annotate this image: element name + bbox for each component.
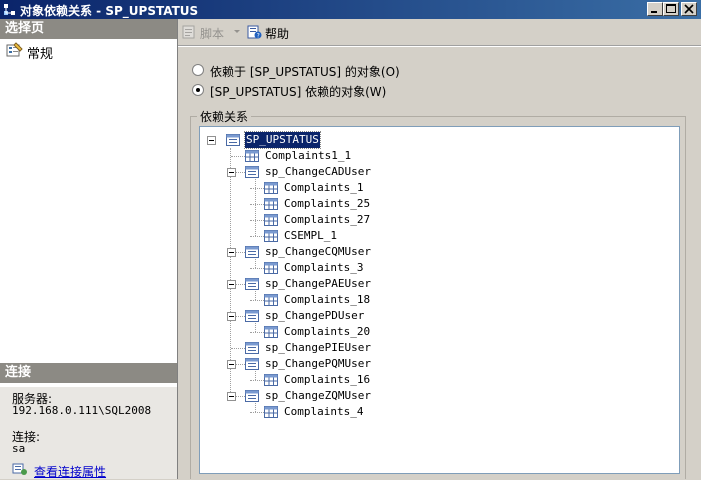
connection-header: 连接 [0,363,177,383]
tree-node-label: Complaints_27 [284,213,371,226]
tree-connector [231,156,245,157]
toolbar-divider [178,45,701,47]
dependencies-group-label: 依赖关系 [197,108,252,125]
tree-connector [231,348,245,349]
tree-node-label: Complaints_18 [284,293,371,306]
tree-node-label: sp_ChangePQMUser [265,357,371,370]
tree-node-label: Complaints_3 [284,261,364,274]
dependency-tree[interactable]: SP_UPSTATUS Complaints1_1 sp_ChangeCADUser… [199,126,680,474]
tree-node-label: sp_ChangeCADUser [265,165,371,178]
depends-on-label: 依赖于 [SP_UPSTATUS] 的对象(O) [210,65,400,79]
tree-connector [250,268,264,269]
table-icon [245,150,259,162]
tree-node-label: SP_UPSTATUS [244,131,321,149]
tree-node-label: Complaints_20 [284,325,371,338]
tree-connector [250,332,264,333]
collapse-toggle[interactable] [227,360,236,369]
stored-procedure-icon [245,166,259,178]
tree-line [230,148,231,396]
collapse-toggle[interactable] [227,392,236,401]
tree-node-label: sp_ChangePDUser [265,309,365,322]
connection-properties-icon [12,463,27,475]
table-icon [264,198,278,210]
left-panel: 选择页 常规 连接 服务器: 192.168.0.111\SQL2008 连接:… [0,19,178,479]
view-connection-properties-link[interactable]: 查看连接属性 [34,463,106,480]
tree-node-label: sp_ChangeZQMUser [265,389,371,402]
stored-procedure-icon [226,134,240,146]
stored-procedure-icon [245,246,259,258]
connection-value: sa [12,442,26,455]
title-bar: 对象依赖关系 - SP_UPSTATUS [0,0,701,19]
tree-node-label: sp_ChangePAEUser [265,277,371,290]
window-title: 对象依赖关系 - SP_UPSTATUS [20,4,199,18]
table-icon [264,182,278,194]
help-label: 帮助 [265,27,290,41]
page-item-label: 常规 [27,47,54,62]
stored-procedure-icon [245,278,259,290]
tree-connector [250,220,264,221]
select-page-header: 选择页 [0,19,177,39]
minimize-button[interactable] [647,2,663,16]
tree-connector [250,300,264,301]
collapse-toggle[interactable] [207,136,216,145]
script-icon [182,25,195,39]
properties-page-icon [6,42,23,57]
depended-by-label: [SP_UPSTATUS] 依赖的对象(W) [210,85,387,99]
collapse-toggle[interactable] [227,312,236,321]
stored-procedure-icon [245,342,259,354]
collapse-toggle[interactable] [227,280,236,289]
table-icon [264,214,278,226]
maximize-icon [666,4,676,13]
close-icon [684,4,694,14]
stored-procedure-icon [245,310,259,322]
dependency-icon [4,4,15,15]
tree-connector [250,380,264,381]
tree-node-label: Complaints_1 [284,181,364,194]
maximize-button[interactable] [663,2,679,16]
tree-node-label: sp_ChangeCQMUser [265,245,371,258]
radio-button[interactable] [192,64,204,76]
tree-node-label: Complaints_4 [284,405,364,418]
tree-connector [250,236,264,237]
table-icon [264,326,278,338]
script-label: 脚本 [200,27,225,41]
stored-procedure-icon [245,358,259,370]
tree-node-label: sp_ChangePIEUser [265,341,371,354]
tree-node-label: Complaints_16 [284,373,371,386]
table-icon [264,406,278,418]
help-icon: ? [247,25,262,39]
table-icon [264,230,278,242]
connection-info: 服务器: 192.168.0.111\SQL2008 连接: sa 查看连接属性 [0,387,177,479]
script-button[interactable]: 脚本 [181,23,245,41]
stored-procedure-icon [245,390,259,402]
tree-node-label: Complaints_25 [284,197,371,210]
collapse-toggle[interactable] [227,168,236,177]
server-value: 192.168.0.111\SQL2008 [12,404,152,417]
radio-dot [196,88,200,92]
table-icon [264,262,278,274]
tree-connector [250,204,264,205]
tree-connector [250,188,264,189]
table-icon [264,374,278,386]
chevron-down-icon [234,30,240,33]
toolbar: 脚本 ? 帮助 [178,19,701,45]
collapse-toggle[interactable] [227,248,236,257]
tree-node-label: CSEMPL_1 [284,229,337,242]
tree-node-label: Complaints1_1 [265,149,352,162]
radio-button-selected[interactable] [192,84,204,96]
help-button[interactable]: ? 帮助 [246,23,306,41]
tree-connector [250,412,264,413]
minimize-icon [651,11,657,13]
table-icon [264,294,278,306]
close-button[interactable] [681,2,697,16]
tree-line [255,176,256,236]
svg-text:?: ? [257,32,260,39]
